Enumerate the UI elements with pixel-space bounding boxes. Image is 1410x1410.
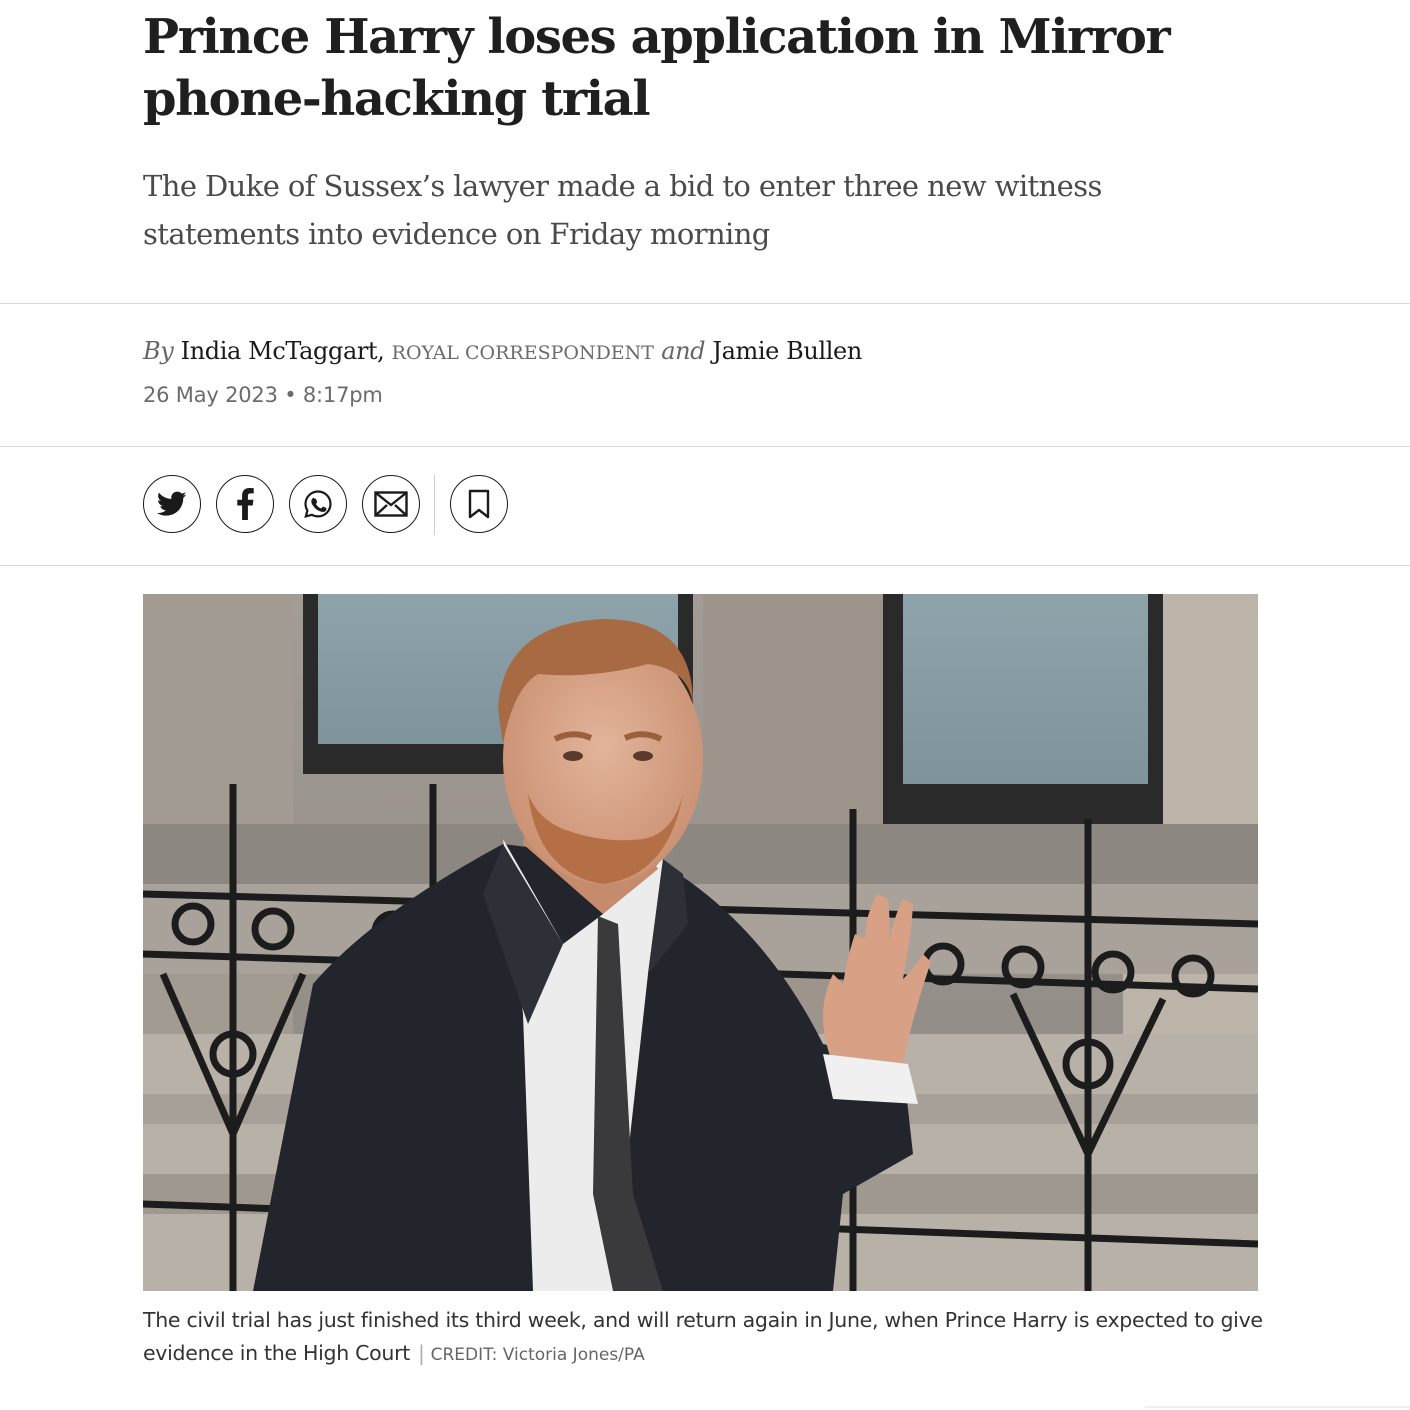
share-email-button[interactable] [362, 475, 420, 533]
publish-date: 26 May 2023 • 8:17pm [143, 383, 383, 407]
author-link-india-mctaggart[interactable]: India McTaggart, [181, 337, 385, 365]
divider [0, 565, 1410, 566]
divider [0, 303, 1410, 304]
save-article-button[interactable] [450, 475, 508, 533]
byline-by: By [143, 337, 174, 365]
author-role: ROYAL CORRESPONDENT [391, 342, 654, 364]
bookmark-icon [468, 489, 490, 519]
divider [1145, 1406, 1410, 1408]
article-standfirst: The Duke of Sussex’s lawyer made a bid t… [143, 169, 1102, 251]
share-whatsapp-button[interactable] [289, 475, 347, 533]
article-hero-image [143, 594, 1258, 1291]
author-link-jamie-bullen[interactable]: Jamie Bullen [712, 337, 862, 365]
email-icon [374, 491, 408, 517]
facebook-icon [237, 488, 254, 520]
whatsapp-icon [304, 490, 332, 518]
share-divider [434, 475, 435, 535]
caption-separator: | [417, 1341, 425, 1365]
image-caption: The civil trial has just finished its th… [143, 1304, 1263, 1372]
byline-and: and [661, 337, 706, 365]
caption-text: The civil trial has just finished its th… [143, 1308, 1263, 1365]
share-twitter-button[interactable] [143, 475, 201, 533]
article-headline: Prince Harry loses application in Mirror… [143, 9, 1171, 127]
photo-of-prince-harry [143, 594, 1258, 1291]
twitter-icon [157, 491, 187, 516]
share-facebook-button[interactable] [216, 475, 274, 533]
byline: By India McTaggart, ROYAL CORRESPONDENT … [143, 333, 862, 371]
divider [0, 446, 1410, 447]
image-credit: CREDIT: Victoria Jones/PA [430, 1345, 645, 1365]
